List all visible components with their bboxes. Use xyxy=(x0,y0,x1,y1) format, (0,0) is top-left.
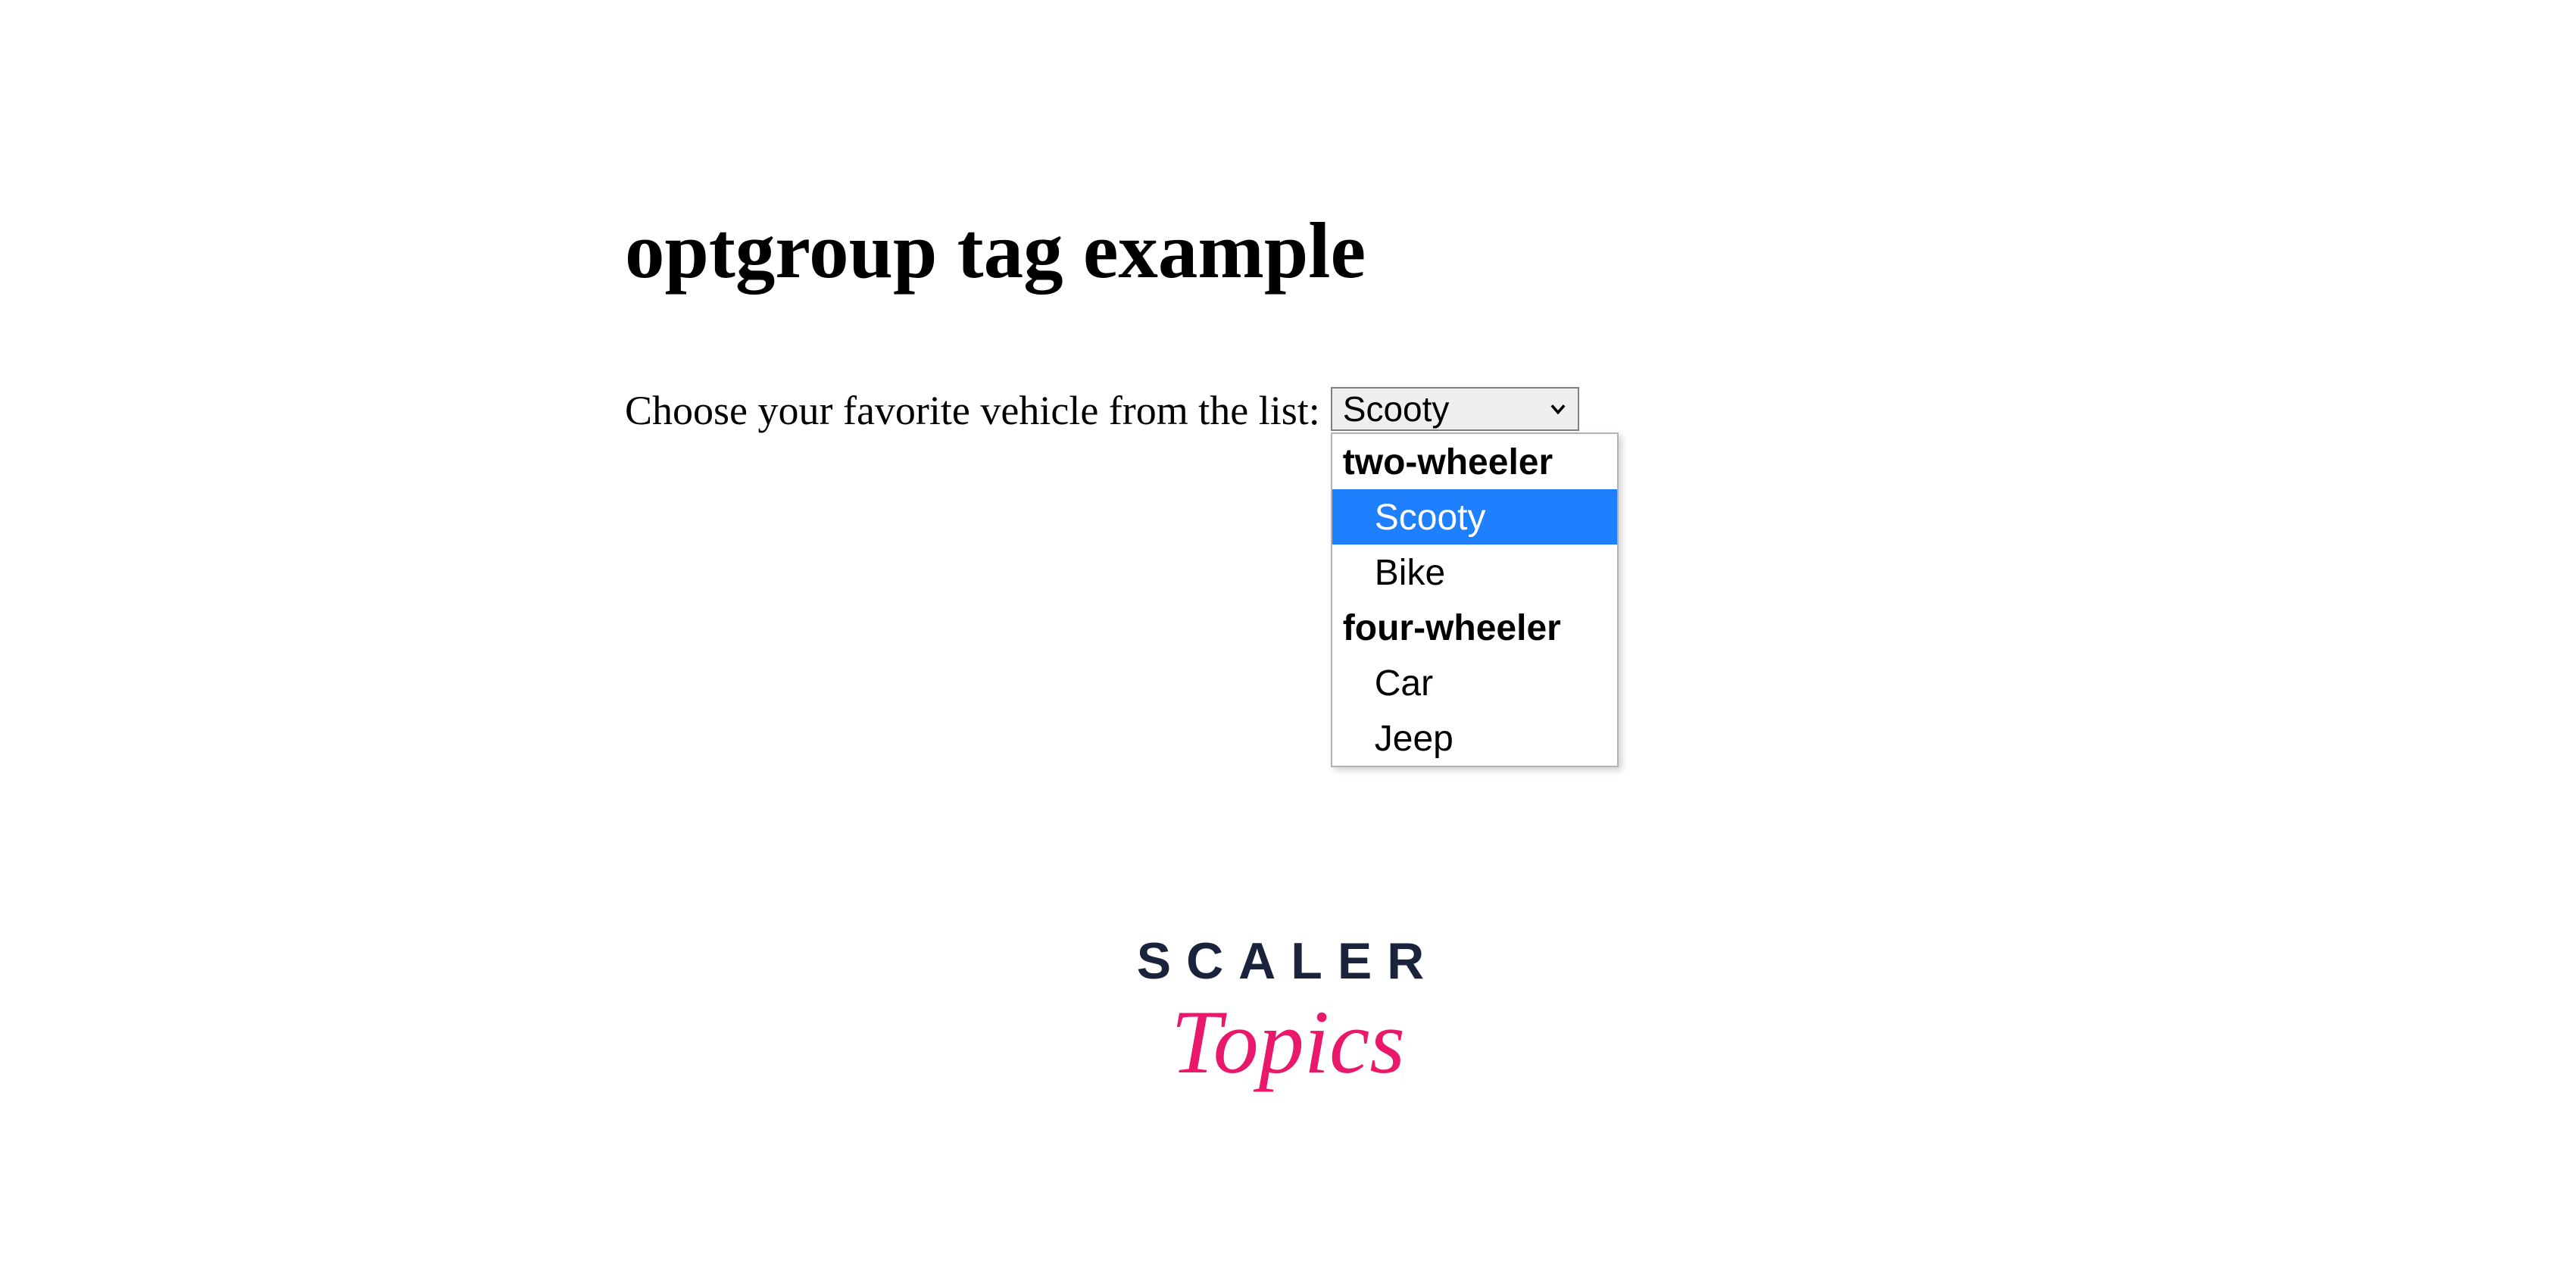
option-bike[interactable]: Bike xyxy=(1332,545,1617,600)
vehicle-select-wrapper: Scooty two-wheeler Scooty Bike four-whee… xyxy=(1331,387,1579,431)
vehicle-label: Choose your favorite vehicle from the li… xyxy=(625,387,1320,434)
optgroup-label-two-wheeler: two-wheeler xyxy=(1332,434,1617,489)
scaler-topics-logo: SCALER Topics xyxy=(1137,932,1440,1078)
form-row: Choose your favorite vehicle from the li… xyxy=(625,387,1579,434)
option-jeep[interactable]: Jeep xyxy=(1332,710,1617,766)
page-title: optgroup tag example xyxy=(625,204,1579,296)
vehicle-dropdown: two-wheeler Scooty Bike four-wheeler Car… xyxy=(1331,432,1619,767)
logo-topics-text: Topics xyxy=(1137,1006,1440,1078)
logo-scaler-text: SCALER xyxy=(1137,932,1440,991)
optgroup-label-four-wheeler: four-wheeler xyxy=(1332,600,1617,655)
page-content: optgroup tag example Choose your favorit… xyxy=(625,204,1579,434)
option-car[interactable]: Car xyxy=(1332,655,1617,710)
vehicle-select-value: Scooty xyxy=(1343,389,1450,429)
chevron-down-icon xyxy=(1547,398,1569,420)
vehicle-select[interactable]: Scooty xyxy=(1331,387,1579,431)
option-scooty[interactable]: Scooty xyxy=(1332,489,1617,545)
